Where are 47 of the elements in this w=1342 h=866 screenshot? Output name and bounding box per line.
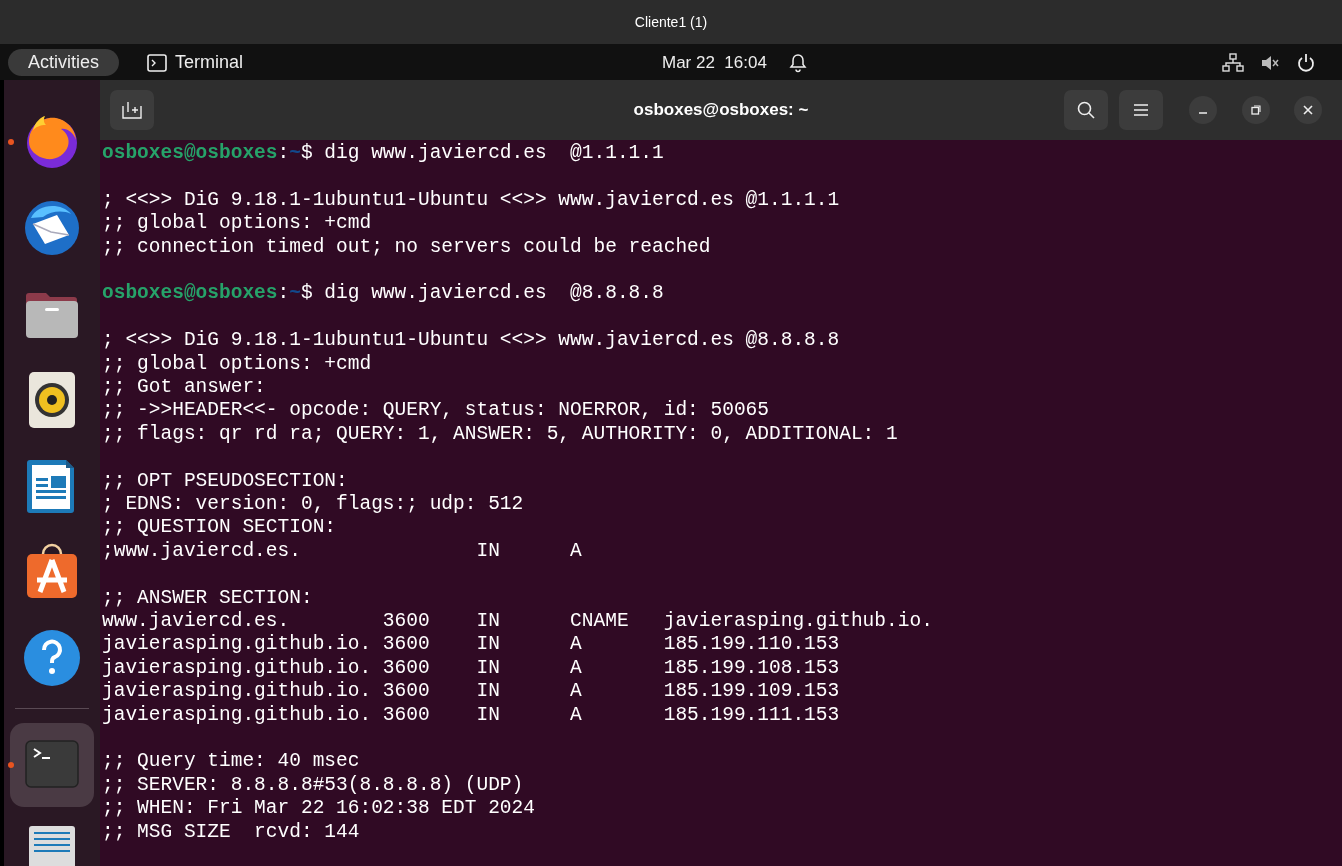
question-mark-icon [23,628,81,688]
output-line: javierasping.github.io. 3600 IN A 185.199.111.153 [102,703,840,728]
output-line: ; <<>> DiG 9.18.1-1ubuntu1-Ubuntu <<>> www.javiercd.es @8.8.8.8 [102,329,840,353]
new-tab-icon [122,101,142,119]
output-line: javierasping.github.io. 3600 IN A 185.199.110.153 [102,633,840,657]
output-line: www.javiercd.es. 3600 IN CNAME javierasping.github.io. [102,610,933,634]
search-button[interactable] [1064,90,1108,130]
output-line: javierasping.github.io. 3600 IN A 185.199.108.153 [102,656,840,681]
output-line: ;; ->>HEADER<<- opcode: QUERY, status: NOERROR, id: 50065 [102,399,769,423]
minimize-icon [1199,112,1207,114]
close-button[interactable] [1294,96,1322,124]
output-line: ;; flags: qr rd ra; QUERY: 1, ANSWER: 5, AUTHORITY: 0, ADDITIONAL: 1 [102,422,898,447]
bell-icon[interactable] [788,52,807,73]
network-icon[interactable] [1222,52,1244,73]
menu-icon [1133,103,1149,117]
terminal-icon [147,53,167,72]
minimize-button[interactable] [1189,96,1217,124]
output-line: ;; SERVER: 8.8.8.8#53(8.8.8.8) (UDP) [102,773,524,798]
close-icon [1302,104,1314,116]
app-menu-label[interactable]: Terminal [175,52,244,73]
output-line: ;; OPT PSEUDOSECTION: [102,469,348,494]
menu-button[interactable] [1119,90,1163,130]
clock[interactable]: Mar 22 16:04 [662,52,767,73]
terminal-title: osboxes@osboxes: ~ [633,100,809,119]
output-line: ;; global options: +cmd [102,352,372,376]
envelope-bird-icon [23,198,81,258]
new-tab-button[interactable] [110,90,154,130]
activities-button[interactable]: Activities [8,49,119,76]
output-line: ;; MSG SIZE rcvd: 144 [102,820,360,845]
prompt-line: osboxes@osboxes:~$ dig www.javiercd.es @8.8.8.8 [102,282,664,306]
output-line: ;; connection timed out; no servers could be reached [102,235,711,259]
search-icon [1076,100,1096,120]
output-line: ;; QUESTION SECTION: [102,516,337,540]
power-icon[interactable] [1296,52,1316,73]
output-line: ;; global options: +cmd [102,212,372,236]
output-line: ; <<>> DiG 9.18.1-1ubuntu1-Ubuntu <<>> www.javiercd.es @1.1.1.1 [102,188,840,213]
prompt-line: osboxes@osboxes:~$ dig www.javiercd.es @1.1.1.1 [102,142,664,166]
window-title: Cliente1 (1) [634,14,708,30]
output-line: ;; WHEN: Fri Mar 22 16:02:38 EDT 2024 [102,797,535,821]
output-line: ;; Got answer: [102,376,266,400]
output-line: ;www.javiercd.es. IN A [102,539,582,564]
maximize-button[interactable] [1242,96,1270,124]
output-line: javierasping.github.io. 3600 IN A 185.199.109.153 [102,680,840,704]
output-line: ; EDNS: version: 0, flags:; udp: 512 [102,493,524,517]
output-line: ;; Query time: 40 msec [102,750,360,774]
maximize-icon [1251,105,1261,115]
output-line: ;; ANSWER SECTION: [102,586,313,611]
